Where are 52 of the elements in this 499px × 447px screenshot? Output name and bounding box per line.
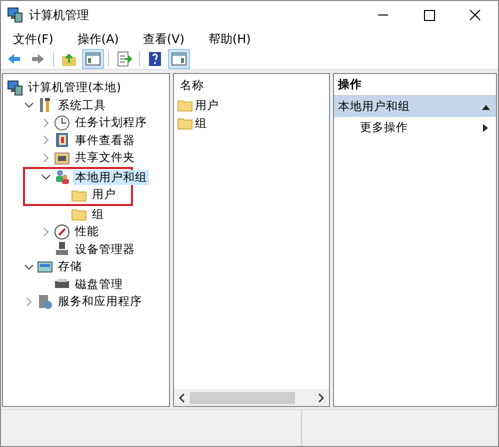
action-pane-icon[interactable]: [168, 49, 190, 69]
clock-icon: [54, 114, 70, 131]
menu-item[interactable]: 操作(A): [69, 30, 127, 48]
tree-item[interactable]: 磁盘管理: [73, 276, 125, 292]
tree-item[interactable]: 设备管理器: [73, 242, 137, 257]
action-item[interactable]: 更多操作: [334, 117, 496, 138]
tree-item[interactable]: 组: [90, 206, 106, 222]
tree-item[interactable]: 本地用户和组: [73, 170, 149, 185]
tree-item[interactable]: 计算机管理(本地): [26, 80, 123, 96]
action-section-header[interactable]: 本地用户和组: [334, 96, 496, 117]
tree-item[interactable]: 性能: [73, 224, 101, 240]
shared-folder-icon: [54, 150, 70, 166]
device-icon: [54, 241, 70, 258]
menu-item[interactable]: 帮助(H): [200, 30, 259, 48]
computer-icon: [7, 80, 23, 96]
tools-icon: [37, 97, 53, 114]
list-item[interactable]: 组: [195, 116, 207, 130]
section-title: 本地用户和组: [338, 99, 410, 114]
users-icon: [54, 169, 70, 186]
chevron-right-icon[interactable]: [41, 226, 51, 237]
submenu-arrow-icon: [483, 124, 488, 132]
chevron-right-icon[interactable]: [41, 118, 51, 128]
chevron-right-icon[interactable]: [41, 152, 51, 163]
column-header[interactable]: 名称: [174, 74, 329, 96]
tree-item[interactable]: 共享文件夹: [73, 150, 137, 166]
tree-item[interactable]: 事件查看器: [73, 132, 137, 148]
chevron-down-icon[interactable]: [41, 172, 51, 182]
tree-item[interactable]: 用户: [90, 187, 118, 202]
horizontal-scrollbar[interactable]: [174, 389, 329, 406]
tree-item[interactable]: 系统工具: [56, 98, 108, 113]
storage-icon: [37, 258, 53, 275]
services-icon: [37, 294, 53, 310]
chevron-right-icon[interactable]: [24, 296, 34, 307]
action-label: 更多操作: [360, 120, 408, 135]
chevron-down-icon[interactable]: [24, 100, 34, 110]
scrollbar-thumb[interactable]: [190, 392, 295, 404]
event-log-icon: [54, 132, 70, 148]
scroll-left-icon[interactable]: [178, 392, 186, 402]
window-title: 计算机管理: [29, 6, 90, 24]
gauge-icon: [54, 224, 70, 240]
tree-item[interactable]: 存储: [56, 259, 84, 274]
menu-item[interactable]: 查看(V): [134, 30, 192, 48]
pane-toggle-icon[interactable]: [82, 49, 104, 69]
chevron-down-icon[interactable]: [24, 262, 34, 272]
tree-item[interactable]: 服务和应用程序: [56, 294, 144, 310]
menu-item[interactable]: 文件(F): [5, 30, 62, 48]
tree-item[interactable]: 任务计划程序: [73, 115, 149, 130]
chevron-right-icon[interactable]: [41, 135, 51, 146]
collapse-triangle-icon[interactable]: [482, 104, 490, 110]
computer-icon: [7, 7, 23, 23]
scroll-right-icon[interactable]: [317, 392, 325, 402]
list-item[interactable]: 用户: [195, 98, 219, 112]
